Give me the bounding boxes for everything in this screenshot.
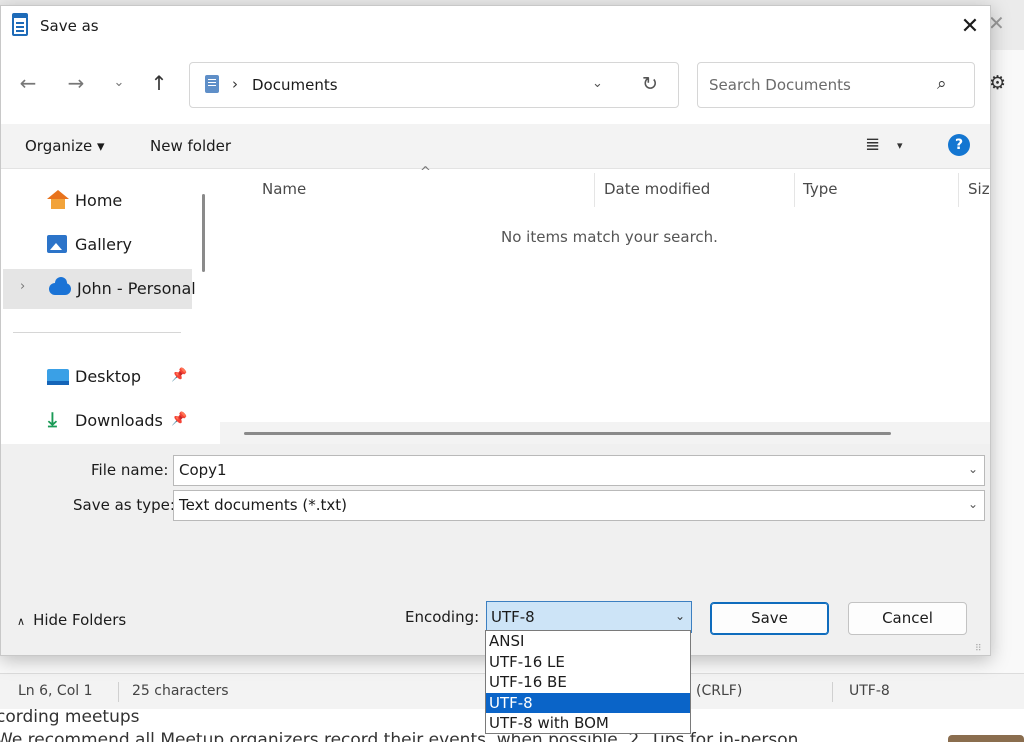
documents-folder-icon	[205, 75, 219, 93]
column-header-date-modified[interactable]: Date modified	[604, 180, 710, 198]
encoding-option[interactable]: ANSI	[486, 631, 690, 652]
browser-pane: Home Gallery › John - Personal Desktop 📌…	[1, 165, 990, 444]
organize-button[interactable]: Organize ▾	[25, 137, 105, 155]
sidebar-item-label: Desktop	[75, 367, 141, 386]
home-icon	[47, 190, 69, 199]
encoding-option[interactable]: UTF-8 with BOM	[486, 713, 690, 734]
sidebar-item-label: Gallery	[75, 235, 132, 254]
save-as-type-label: Save as type:	[73, 496, 175, 514]
chevron-down-icon[interactable]: ⌄	[968, 462, 978, 476]
encoding-select[interactable]: UTF-8 ⌄	[486, 601, 692, 633]
chevron-up-icon: ∧	[17, 615, 26, 628]
chevron-down-icon[interactable]: ⌄	[968, 497, 978, 511]
scrollbar-thumb[interactable]	[244, 432, 891, 435]
sidebar-item-home[interactable]: Home	[1, 181, 201, 221]
file-name-field[interactable]: Copy1 ⌄	[173, 455, 985, 486]
status-encoding: UTF-8	[849, 683, 890, 699]
forward-arrow-icon[interactable]: →	[61, 68, 91, 98]
encoding-option-selected[interactable]: UTF-8	[486, 692, 690, 713]
address-bar[interactable]: › Documents ⌄ ↻	[189, 62, 679, 108]
back-arrow-icon[interactable]: ←	[13, 68, 43, 98]
command-bar: Organize ▾ New folder ≣ ▾ ?	[1, 124, 990, 169]
dialog-title: Save as	[40, 17, 99, 35]
sidebar-scrollbar[interactable]	[202, 194, 205, 272]
hide-folders-label: Hide Folders	[33, 611, 127, 629]
save-as-dialog: Save as ✕ ← → ⌄ ↑ › Documents ⌄ ↻ Search…	[0, 5, 991, 656]
sidebar-item-label: John - Personal	[77, 279, 196, 298]
gallery-icon	[47, 235, 67, 253]
pin-icon[interactable]: 📌	[171, 412, 187, 427]
sidebar-item-downloads[interactable]: ⤓ Downloads 📌	[1, 401, 201, 441]
encoding-label: Encoding:	[405, 608, 480, 626]
view-options-icon[interactable]: ≣	[865, 134, 880, 155]
cancel-button[interactable]: Cancel	[848, 602, 967, 635]
save-form: File name: Copy1 ⌄ Save as type: Text do…	[1, 444, 990, 581]
close-icon[interactable]: ✕	[955, 12, 985, 42]
column-divider[interactable]	[958, 173, 959, 207]
sort-ascending-icon: ^	[420, 165, 431, 180]
up-arrow-icon[interactable]: ↑	[144, 68, 174, 98]
encoding-option[interactable]: UTF-16 LE	[486, 652, 690, 673]
search-placeholder: Search Documents	[709, 76, 851, 94]
column-header-type[interactable]: Type	[803, 180, 837, 198]
desktop-icon	[47, 369, 69, 385]
encoding-option[interactable]: UTF-16 BE	[486, 672, 690, 693]
settings-gear-icon[interactable]: ⚙	[989, 72, 1006, 94]
column-header-name[interactable]: Name	[262, 180, 306, 198]
sidebar-item-gallery[interactable]: Gallery	[1, 225, 201, 265]
sidebar-item-label: Downloads	[75, 411, 163, 430]
empty-message: No items match your search.	[501, 228, 718, 246]
refresh-icon[interactable]: ↻	[642, 73, 658, 95]
editor-line: cording meetups	[0, 709, 140, 727]
encoding-dropdown-list: ANSI UTF-16 LE UTF-16 BE UTF-8 UTF-8 wit…	[485, 630, 691, 734]
pin-icon[interactable]: 📌	[171, 368, 187, 383]
status-line-ending: (CRLF)	[696, 683, 743, 699]
file-list: ^ Name Date modified Type Size No items …	[220, 165, 990, 444]
navigation-pane: Home Gallery › John - Personal Desktop 📌…	[1, 169, 215, 444]
encoding-value: UTF-8	[491, 608, 535, 626]
help-icon[interactable]: ?	[948, 134, 970, 156]
navigation-bar: ← → ⌄ ↑ › Documents ⌄ ↻ Search Documents…	[1, 48, 990, 124]
breadcrumb-documents[interactable]: Documents	[252, 76, 338, 94]
onedrive-icon	[49, 277, 71, 295]
recent-locations-chevron-icon[interactable]: ⌄	[104, 68, 134, 98]
home-icon-base	[51, 199, 65, 209]
column-divider[interactable]	[794, 173, 795, 207]
expand-chevron-icon[interactable]: ›	[20, 279, 25, 294]
status-divider	[118, 682, 119, 702]
background-thumbnail	[948, 735, 1024, 742]
hide-folders-button[interactable]: ∧ Hide Folders	[17, 611, 126, 629]
sidebar-item-john-personal[interactable]: › John - Personal	[3, 269, 196, 309]
notepad-icon	[12, 13, 28, 36]
download-icon: ⤓	[48, 407, 57, 431]
file-name-label: File name:	[91, 461, 169, 479]
status-characters: 25 characters	[132, 683, 229, 699]
status-divider	[832, 682, 833, 702]
dialog-titlebar: Save as ✕	[1, 6, 990, 48]
new-folder-button[interactable]: New folder	[150, 137, 231, 155]
status-position: Ln 6, Col 1	[18, 683, 93, 699]
horizontal-scrollbar[interactable]	[220, 422, 990, 444]
save-as-type-select[interactable]: Text documents (*.txt) ⌄	[173, 490, 985, 521]
column-divider[interactable]	[594, 173, 595, 207]
file-name-value: Copy1	[179, 461, 227, 479]
address-dropdown-chevron-icon[interactable]: ⌄	[592, 76, 603, 91]
sidebar-item-label: Home	[75, 191, 123, 210]
save-button[interactable]: Save	[710, 602, 829, 635]
column-header-size[interactable]: Size	[968, 180, 990, 198]
view-dropdown-caret-icon[interactable]: ▾	[897, 139, 903, 152]
resize-grip-icon[interactable]: ⠿	[975, 644, 982, 654]
chevron-down-icon[interactable]: ⌄	[675, 609, 685, 623]
search-input[interactable]: Search Documents ⌕	[697, 62, 975, 108]
sidebar-item-desktop[interactable]: Desktop 📌	[1, 357, 201, 397]
breadcrumb-separator-icon: ›	[232, 75, 238, 93]
save-as-type-value: Text documents (*.txt)	[179, 496, 347, 514]
sidebar-divider	[13, 332, 181, 333]
search-icon[interactable]: ⌕	[937, 74, 947, 94]
